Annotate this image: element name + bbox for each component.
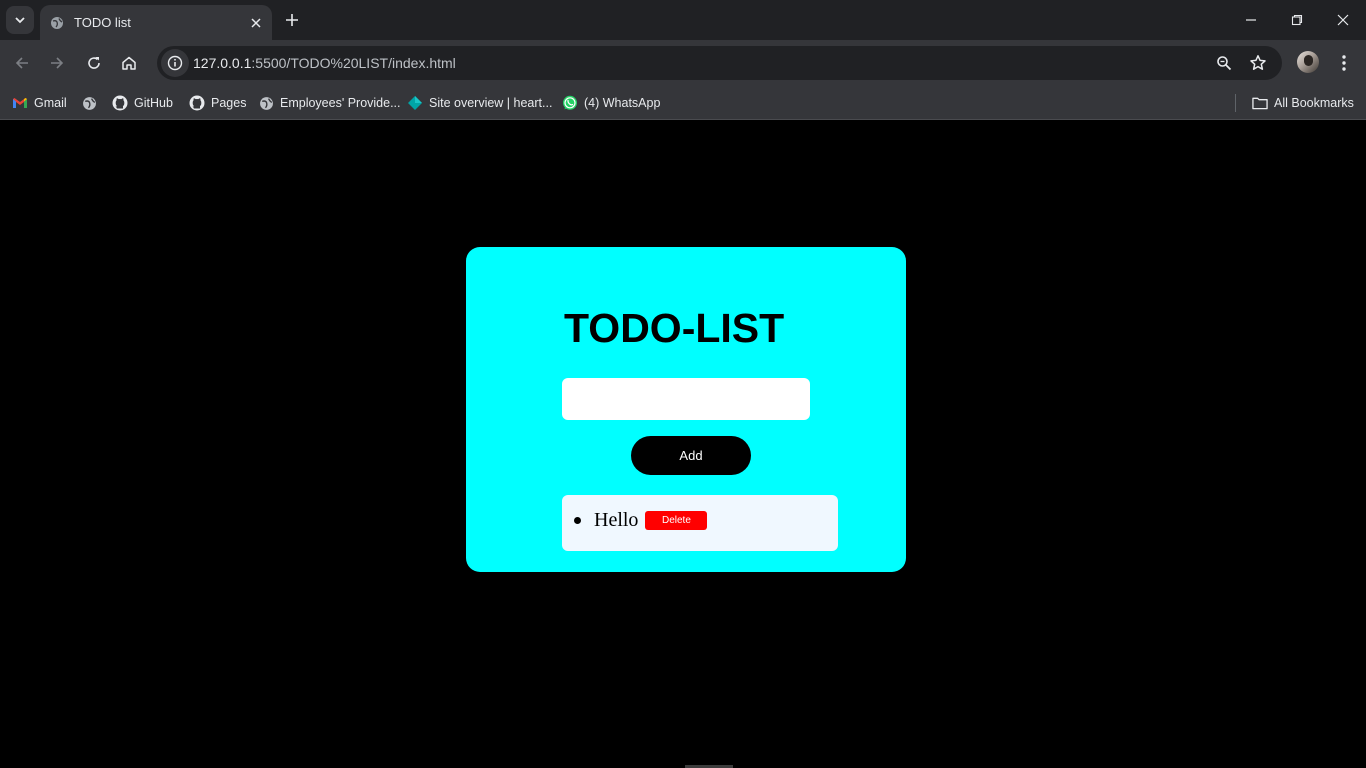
page-viewport: TODO-LIST Add Hello Delete [0,121,1366,768]
forward-button[interactable] [43,49,71,77]
new-tab-button[interactable] [280,8,304,32]
back-button[interactable] [8,49,36,77]
star-icon [1250,55,1266,70]
reload-button[interactable] [80,49,108,77]
bookmark-github[interactable]: GitHub [112,91,173,115]
site-info-button[interactable] [161,49,189,77]
bookmarks-separator [1235,94,1236,112]
reload-icon [88,57,100,69]
minimize-button[interactable] [1228,0,1274,40]
url-path: :5500/TODO%20LIST/index.html [251,55,456,71]
zoom-button[interactable] [1214,53,1234,73]
todo-list-container: Hello Delete [562,495,838,551]
home-icon [122,56,136,70]
url-host: 127.0.0.1 [193,55,252,71]
bookmark-label: Pages [211,96,247,110]
bookmark-star-button[interactable] [1248,53,1268,73]
plus-icon [286,14,298,26]
bookmarks-bar: Gmail GitHub Pages Employees' Provide...… [0,86,1366,120]
browser-menu-button[interactable] [1332,49,1356,77]
todo-item-text: Hello [594,509,639,531]
github-icon [189,95,205,111]
all-bookmarks-label: All Bookmarks [1274,96,1354,110]
close-icon [1337,14,1349,26]
arrow-left-icon [15,57,28,69]
bookmark-label: GitHub [134,96,173,110]
delete-button[interactable]: Delete [645,511,708,530]
list-item: Hello Delete [574,509,708,532]
all-bookmarks-button[interactable]: All Bookmarks [1252,91,1354,115]
tab-title: TODO list [74,15,131,30]
zoom-icon [1217,56,1232,71]
info-icon [167,55,183,71]
close-window-button[interactable] [1320,0,1366,40]
address-bar[interactable]: 127.0.0.1:5500/TODO%20LIST/index.html [157,46,1282,80]
bookmark-label: Employees' Provide... [280,96,401,110]
globe-icon [50,16,64,30]
bookmark-employees[interactable]: Employees' Provide... [258,91,401,115]
bullet-icon [574,517,581,524]
minimize-icon [1246,19,1256,21]
task-input[interactable] [562,378,810,420]
globe-icon [81,95,97,111]
tab-search-button[interactable] [6,6,34,34]
whatsapp-icon [562,95,578,111]
restore-button[interactable] [1274,0,1320,40]
bookmark-gmail[interactable]: Gmail [12,91,67,115]
bookmark-whatsapp[interactable]: (4) WhatsApp [562,91,660,115]
bookmark-label: Gmail [34,96,67,110]
browser-title-bar: TODO list [0,0,1366,40]
gmail-icon [12,95,28,111]
browser-tab-active[interactable]: TODO list [40,5,272,40]
url-text[interactable]: 127.0.0.1:5500/TODO%20LIST/index.html [193,46,456,80]
diamond-icon [407,95,423,111]
arrow-right-icon [51,57,64,69]
folder-icon [1252,95,1268,111]
todo-list: Hello Delete [574,509,708,532]
bookmark-label: Site overview | heart... [429,96,553,110]
github-icon [112,95,128,111]
page-title: TODO-LIST [564,305,785,351]
browser-toolbar: 127.0.0.1:5500/TODO%20LIST/index.html [0,40,1366,86]
close-tab-icon[interactable] [246,13,266,33]
bookmark-globe[interactable] [81,91,103,115]
chevron-down-icon [15,17,25,24]
home-button[interactable] [115,49,143,77]
restore-icon [1291,14,1303,26]
bookmark-site-overview[interactable]: Site overview | heart... [407,91,552,115]
profile-avatar[interactable] [1297,51,1319,73]
bookmark-pages[interactable]: Pages [189,91,246,115]
bookmark-label: (4) WhatsApp [584,96,661,110]
add-button[interactable]: Add [631,436,751,475]
todo-card: TODO-LIST Add Hello Delete [466,247,906,572]
more-vertical-icon [1342,55,1346,71]
globe-icon [258,95,274,111]
